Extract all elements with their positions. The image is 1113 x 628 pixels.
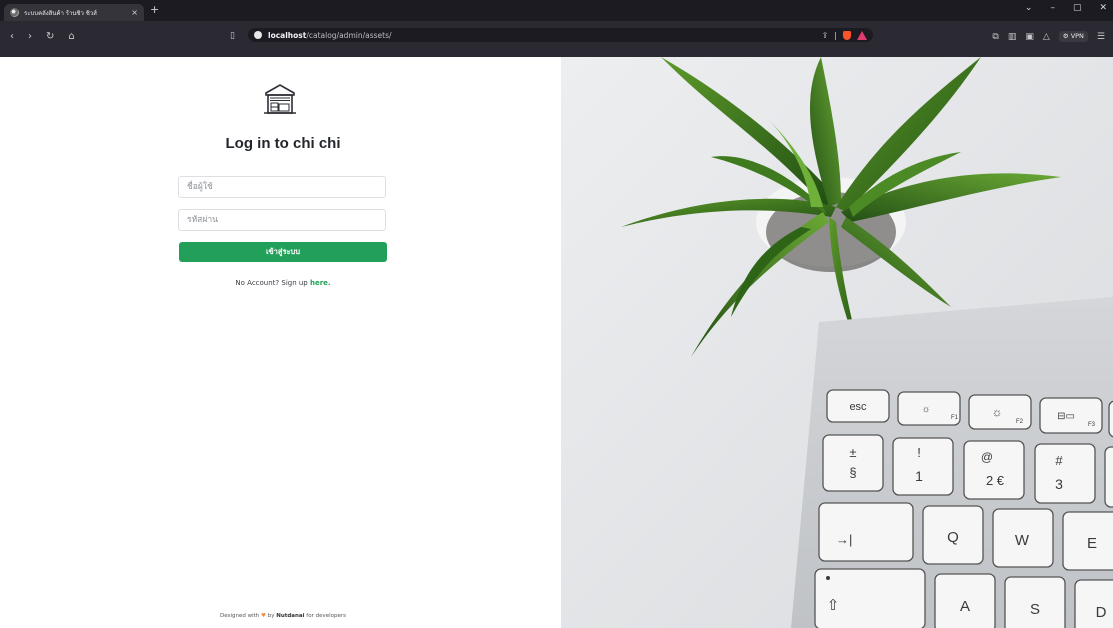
close-tab-icon[interactable]: × bbox=[131, 8, 138, 17]
key-label: 1 bbox=[915, 468, 923, 484]
key-label: E bbox=[1087, 535, 1097, 552]
lock-icon[interactable] bbox=[254, 31, 262, 39]
login-button[interactable]: เข้าสู่ระบบ bbox=[179, 242, 387, 262]
key-label: esc bbox=[849, 401, 867, 413]
password-input[interactable] bbox=[178, 209, 386, 231]
key-label: @ bbox=[981, 450, 993, 464]
section-key bbox=[822, 434, 884, 492]
url-path: /catalog/admin/assets/ bbox=[306, 30, 392, 40]
url-host: localhost bbox=[268, 30, 307, 40]
signup-prompt: No Account? Sign up here. bbox=[0, 279, 566, 287]
key-label: § bbox=[849, 465, 856, 480]
new-tab-button[interactable]: + bbox=[150, 3, 159, 16]
login-panel: Log in to chi chi เข้าสู่ระบบ No Account… bbox=[0, 57, 561, 628]
username-input[interactable] bbox=[178, 176, 386, 198]
page-title: Log in to chi chi bbox=[225, 135, 341, 152]
one-key bbox=[892, 437, 954, 496]
close-window-icon[interactable]: ✕ bbox=[1099, 3, 1107, 13]
share-icon[interactable]: ⇪ bbox=[822, 31, 829, 40]
key-label: F1 bbox=[951, 415, 959, 421]
three-key bbox=[1034, 443, 1096, 504]
key-label: 2 € bbox=[986, 473, 1005, 488]
key-label: F2 bbox=[1016, 419, 1024, 425]
hero-photo: esc ☼ F1 ☼ F2 ⊟▭ F3 ± § ! 1 @ 2 € # 3 →|… bbox=[561, 57, 1113, 628]
vpn-button[interactable]: ⚙ VPN bbox=[1058, 31, 1088, 42]
signup-text: No Account? Sign up bbox=[235, 279, 308, 287]
key-label: F3 bbox=[1088, 422, 1096, 428]
bookmark-icon[interactable]: ▯ bbox=[230, 31, 235, 41]
forward-icon[interactable]: › bbox=[28, 31, 32, 42]
key-label: W bbox=[1015, 532, 1030, 549]
key-label: A bbox=[960, 598, 970, 615]
address-bar-actions: ⇪ | bbox=[822, 30, 867, 40]
menu-icon[interactable]: ☰ bbox=[1097, 32, 1105, 42]
d-key bbox=[1074, 579, 1113, 628]
address-bar[interactable]: localhost /catalog/admin/assets/ ⇪ | bbox=[248, 28, 873, 42]
favicon-icon bbox=[10, 8, 19, 17]
tab-list-icon[interactable]: ⌄ bbox=[1025, 3, 1033, 13]
footer: Designed with ♥ by Nutdanai for develope… bbox=[0, 613, 566, 619]
key-label: →| bbox=[836, 532, 852, 547]
warehouse-logo-icon bbox=[264, 84, 296, 114]
leo-icon[interactable]: △ bbox=[1043, 32, 1050, 42]
key-label: Q bbox=[947, 529, 959, 546]
vpn-label: VPN bbox=[1070, 32, 1084, 40]
footer-suffix: for developers bbox=[306, 613, 347, 619]
shift-icon: ⇧ bbox=[827, 597, 840, 614]
key-label: ± bbox=[849, 445, 856, 460]
divider: | bbox=[834, 30, 837, 40]
brave-rewards-icon[interactable] bbox=[857, 30, 867, 40]
sun-icon: ☼ bbox=[992, 405, 1003, 419]
two-key bbox=[963, 440, 1025, 500]
footer-by: by bbox=[267, 613, 275, 619]
signup-link[interactable]: here. bbox=[310, 279, 331, 287]
key-label: D bbox=[1096, 604, 1107, 621]
brave-shield-icon[interactable] bbox=[843, 30, 851, 40]
key-label: 3 bbox=[1055, 476, 1063, 492]
key-label: # bbox=[1055, 453, 1063, 468]
reload-icon[interactable]: ↻ bbox=[46, 31, 54, 42]
nav-buttons: ‹ › ↻ ⌂ bbox=[10, 31, 75, 42]
wallet-icon[interactable]: ▣ bbox=[1025, 32, 1034, 42]
tab-key bbox=[818, 502, 914, 562]
sun-icon: ☼ bbox=[921, 404, 930, 415]
extensions-icon[interactable]: ⧉ bbox=[992, 32, 998, 42]
footer-prefix: Designed with bbox=[219, 613, 260, 619]
tab-title: ระบบคลังสินค้า ร้านชิว ชิวส์ bbox=[24, 9, 97, 17]
footer-author[interactable]: Nutdanai bbox=[276, 613, 304, 619]
minimize-icon[interactable]: – bbox=[1050, 3, 1055, 13]
heart-icon: ♥ bbox=[261, 613, 266, 619]
maximize-icon[interactable]: ▢ bbox=[1073, 3, 1082, 13]
browser-tab-bar: ระบบคลังสินค้า ร้านชิว ชิวส์ × + ⌄ – ▢ ✕ bbox=[0, 0, 1113, 21]
window-controls: ⌄ – ▢ ✕ bbox=[1025, 3, 1107, 13]
home-icon[interactable]: ⌂ bbox=[68, 31, 74, 42]
key-label: S bbox=[1030, 601, 1040, 618]
browser-tab[interactable]: ระบบคลังสินค้า ร้านชิว ชิวส์ × bbox=[4, 4, 144, 21]
back-icon[interactable]: ‹ bbox=[10, 31, 14, 42]
browser-toolbar: ‹ › ↻ ⌂ ▯ localhost /catalog/admin/asset… bbox=[0, 21, 1113, 57]
sidebar-icon[interactable]: ▥ bbox=[1008, 32, 1017, 42]
mission-control-icon: ⊟▭ bbox=[1057, 411, 1075, 422]
toolbar-right: ⧉ ▥ ▣ △ ⚙ VPN ☰ bbox=[992, 31, 1105, 42]
key-label: ! bbox=[917, 445, 921, 460]
page-content: Log in to chi chi เข้าสู่ระบบ No Account… bbox=[0, 57, 1113, 628]
